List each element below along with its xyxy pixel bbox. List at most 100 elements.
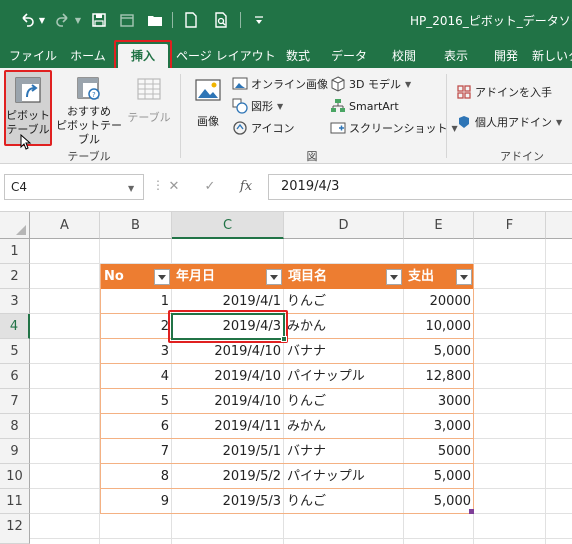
row-header[interactable]: 2	[0, 264, 30, 289]
table-cell[interactable]: みかん	[284, 414, 404, 439]
filter-dropdown-icon[interactable]	[266, 269, 282, 285]
table-cell[interactable]: パイナップル	[284, 464, 404, 489]
column-header-b[interactable]: B	[100, 212, 172, 239]
table-cell[interactable]: 5,000	[404, 464, 474, 489]
column-header-e[interactable]: E	[404, 212, 474, 239]
table-resize-handle[interactable]	[469, 509, 474, 514]
table-cell[interactable]: 1	[100, 289, 172, 314]
filter-dropdown-icon[interactable]	[386, 269, 402, 285]
get-addins-button[interactable]: アドインを入手	[456, 82, 552, 102]
my-addins-button[interactable]: 個人用アドイン ▼	[456, 112, 562, 132]
folder-icon[interactable]	[146, 11, 164, 29]
column-header-g[interactable]	[546, 212, 572, 239]
table-cell[interactable]: 8	[100, 464, 172, 489]
redo-icon[interactable]	[54, 11, 72, 29]
table-header-no[interactable]: No	[100, 264, 172, 289]
fill-handle[interactable]	[281, 336, 287, 342]
undo-dropdown-icon[interactable]: ▼	[38, 11, 46, 29]
table-cell[interactable]: パイナップル	[284, 364, 404, 389]
row-header[interactable]: 3	[0, 289, 30, 314]
redo-dropdown-icon[interactable]: ▼	[74, 11, 82, 29]
filter-dropdown-icon[interactable]	[456, 269, 472, 285]
tab-view[interactable]: 表示	[436, 44, 476, 68]
tab-review[interactable]: 校閲	[384, 44, 424, 68]
table-header-expense[interactable]: 支出	[404, 264, 474, 289]
table-cell[interactable]: 2019/5/1	[172, 439, 284, 464]
table-cell[interactable]: みかん	[284, 314, 404, 339]
tab-home[interactable]: ホーム	[64, 44, 112, 68]
table-cell[interactable]: 2019/4/10	[172, 339, 284, 364]
column-header-c[interactable]: C	[172, 212, 284, 239]
print-preview-icon[interactable]	[212, 11, 230, 29]
table-cell[interactable]: 3	[100, 339, 172, 364]
insert-function-icon[interactable]: fx	[236, 176, 256, 196]
row-header[interactable]: 7	[0, 389, 30, 414]
table-cell[interactable]: 2019/4/1	[172, 289, 284, 314]
name-box[interactable]: C4	[4, 174, 144, 200]
table-cell[interactable]: りんご	[284, 389, 404, 414]
3d-models-button[interactable]: 3D モデル ▼	[330, 74, 411, 94]
table-cell[interactable]: バナナ	[284, 439, 404, 464]
table-cell[interactable]: 2019/4/10	[172, 389, 284, 414]
picture-button[interactable]: 画像	[190, 76, 226, 144]
row-header[interactable]: 6	[0, 364, 30, 389]
tab-developer[interactable]: 開発	[486, 44, 526, 68]
cancel-icon[interactable]: ✕	[164, 176, 184, 196]
calendar-icon[interactable]	[118, 11, 136, 29]
row-header[interactable]: 5	[0, 339, 30, 364]
table-cell[interactable]: りんご	[284, 289, 404, 314]
recommended-pivot-button[interactable]: ? おすすめ ピボットテーブル	[54, 76, 124, 146]
online-picture-button[interactable]: オンライン画像	[232, 74, 328, 94]
table-cell[interactable]: 2019/5/3	[172, 489, 284, 514]
table-cell[interactable]: 10,000	[404, 314, 474, 339]
table-header-item[interactable]: 項目名	[284, 264, 404, 289]
icons-button[interactable]: アイコン	[232, 118, 294, 138]
table-cell[interactable]: 5,000	[404, 339, 474, 364]
table-cell[interactable]: 7	[100, 439, 172, 464]
table-cell[interactable]: 4	[100, 364, 172, 389]
filter-dropdown-icon[interactable]	[154, 269, 170, 285]
row-header[interactable]: 9	[0, 439, 30, 464]
select-all-button[interactable]	[0, 212, 30, 239]
tab-file[interactable]: ファイル	[6, 44, 60, 68]
screenshot-button[interactable]: スクリーンショット ▼	[330, 118, 458, 138]
shapes-button[interactable]: 図形 ▼	[232, 96, 283, 116]
table-cell[interactable]: 2019/4/10	[172, 364, 284, 389]
table-cell[interactable]: 5,000	[404, 489, 474, 514]
column-header-f[interactable]: F	[474, 212, 546, 239]
formula-input[interactable]: 2019/4/3	[268, 174, 572, 200]
table-cell[interactable]: 12,800	[404, 364, 474, 389]
table-cell[interactable]: 20000	[404, 289, 474, 314]
table-button[interactable]: テーブル	[126, 76, 172, 144]
table-cell[interactable]: 9	[100, 489, 172, 514]
tab-page-layout[interactable]: ページ レイアウト	[176, 44, 276, 68]
customize-qat-icon[interactable]	[250, 11, 268, 29]
row-header[interactable]: 1	[0, 239, 30, 264]
table-cell[interactable]: 5	[100, 389, 172, 414]
row-header[interactable]: 8	[0, 414, 30, 439]
tab-new[interactable]: 新しいタ	[532, 44, 572, 68]
new-document-icon[interactable]	[182, 11, 200, 29]
table-cell[interactable]: 2019/5/2	[172, 464, 284, 489]
undo-icon[interactable]	[18, 11, 36, 29]
smartart-button[interactable]: SmartArt	[330, 96, 399, 116]
tab-formulas[interactable]: 数式	[278, 44, 318, 68]
row-header-selected[interactable]: 4	[0, 314, 30, 339]
name-box-dropdown-icon[interactable]: ▼	[128, 184, 134, 193]
table-cell[interactable]: バナナ	[284, 339, 404, 364]
save-icon[interactable]	[90, 11, 108, 29]
table-cell[interactable]: 2019/4/11	[172, 414, 284, 439]
table-header-date[interactable]: 年月日	[172, 264, 284, 289]
table-cell[interactable]: 5000	[404, 439, 474, 464]
row-header[interactable]: 11	[0, 489, 30, 514]
enter-icon[interactable]: ✓	[200, 176, 220, 196]
table-cell[interactable]: りんご	[284, 489, 404, 514]
column-header-d[interactable]: D	[284, 212, 404, 239]
table-cell[interactable]: 3000	[404, 389, 474, 414]
row-header[interactable]: 12	[0, 514, 30, 544]
table-cell[interactable]: 6	[100, 414, 172, 439]
tab-data[interactable]: データ	[328, 44, 370, 68]
tab-insert[interactable]: 挿入	[118, 44, 168, 68]
table-cell[interactable]: 3,000	[404, 414, 474, 439]
row-header[interactable]: 10	[0, 464, 30, 489]
